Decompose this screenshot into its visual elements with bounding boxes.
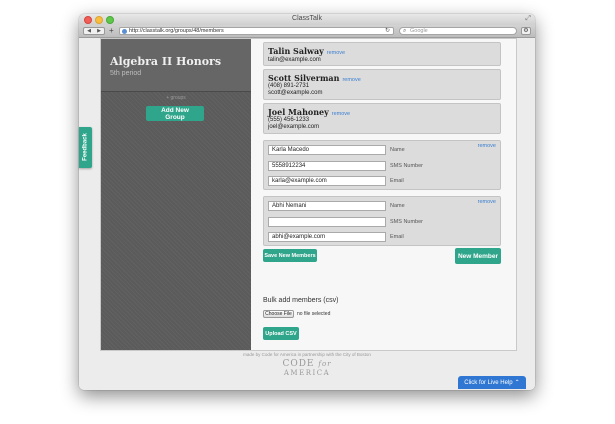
member-name: Talin Salway: [268, 46, 324, 56]
search-field[interactable]: ⌕ Google: [399, 27, 517, 35]
sms-number-label: SMS Number: [390, 219, 424, 225]
member-card: Joel Mahoney remove (555) 456-1233 joel@e…: [263, 103, 501, 134]
member-name-line: Scott Silverman remove: [268, 73, 361, 83]
member-phone: (555) 456-1233: [268, 117, 310, 123]
forward-arrow-icon[interactable]: ▶: [97, 28, 101, 34]
search-icon: ⌕: [403, 28, 407, 34]
upload-csv-button[interactable]: Upload CSV: [263, 327, 299, 340]
settings-gear-icon[interactable]: ⚙: [521, 27, 531, 35]
member-email: joel@example.com: [268, 124, 320, 130]
back-forward-buttons[interactable]: ◀ ▶: [83, 27, 105, 35]
name-input[interactable]: Karla Macedo: [268, 145, 386, 155]
bulk-add-label: Bulk add members (csv): [263, 297, 339, 304]
remove-member-link[interactable]: remove: [332, 111, 350, 117]
sms-number-input[interactable]: 5558912234: [268, 161, 386, 171]
remove-new-member-link[interactable]: remove: [478, 199, 496, 205]
group-header[interactable]: Algebra II Honors 5th period: [101, 39, 251, 92]
member-email: scott@example.com: [268, 90, 323, 96]
member-name: Joel Mahoney: [268, 107, 329, 117]
logo-code: CODE: [282, 359, 315, 369]
email-input[interactable]: karla@example.com: [268, 176, 386, 186]
email-input[interactable]: abhi@example.com: [268, 232, 386, 242]
group-sidebar: Algebra II Honors 5th period + groups Ad…: [101, 39, 251, 350]
add-bookmark-icon[interactable]: +: [109, 26, 114, 35]
browser-toolbar: ◀ ▶ + http://classtalk.org/groups/48/mem…: [79, 25, 535, 38]
sms-number-input[interactable]: [268, 217, 386, 227]
back-arrow-icon[interactable]: ◀: [87, 28, 91, 34]
groups-caption: + groups: [166, 95, 186, 101]
logo-for: for: [318, 360, 332, 368]
group-subtitle: 5th period: [110, 70, 142, 77]
member-phone: (408) 891-2731: [268, 83, 310, 89]
window-title: ClassTalk: [292, 15, 322, 22]
page-content: Algebra II Honors 5th period + groups Ad…: [79, 38, 535, 390]
search-placeholder[interactable]: Google: [410, 28, 428, 34]
members-panel: Talin Salway remove talin@example.com Sco…: [251, 39, 516, 350]
new-member-form: remove Karla Macedo Name 5558912234 SMS …: [263, 140, 501, 190]
globe-icon: [122, 29, 127, 34]
live-help-button[interactable]: Click for Live Help ⌃: [458, 376, 526, 389]
add-new-group-button[interactable]: Add New Group: [146, 106, 204, 121]
member-name-line: Talin Salway remove: [268, 46, 345, 56]
new-member-form: remove Abhi Nemani Name SMS Number abhi@…: [263, 196, 501, 246]
sms-number-label: SMS Number: [390, 163, 424, 169]
browser-window: ClassTalk ⤢ ◀ ▶ + http://classtalk.org/g…: [79, 14, 535, 390]
remove-member-link[interactable]: remove: [327, 50, 345, 56]
footer-credit: made by Code for America in partnership …: [243, 352, 371, 357]
member-name: Scott Silverman: [268, 73, 340, 83]
fullscreen-icon[interactable]: ⤢: [525, 15, 531, 23]
app-panel: Algebra II Honors 5th period + groups Ad…: [100, 38, 517, 351]
feedback-tab[interactable]: Feedback: [79, 127, 92, 168]
member-email: talin@example.com: [268, 57, 321, 63]
feedback-label: Feedback: [82, 133, 89, 161]
address-bar[interactable]: http://classtalk.org/groups/48/members ↻: [119, 27, 394, 35]
title-bar: ClassTalk ⤢: [79, 14, 535, 25]
name-label: Name: [390, 147, 405, 153]
live-help-label: Click for Live Help: [464, 379, 513, 386]
file-status-text: no file selected: [297, 311, 331, 317]
reload-icon[interactable]: ↻: [385, 28, 390, 35]
remove-member-link[interactable]: remove: [342, 77, 360, 83]
name-label: Name: [390, 203, 405, 209]
member-card: Scott Silverman remove (408) 891-2731 sco…: [263, 69, 501, 100]
chevron-up-icon: ⌃: [514, 380, 520, 386]
group-title: Algebra II Honors: [110, 55, 222, 68]
choose-file-button[interactable]: Choose File: [263, 310, 294, 318]
member-card: Talin Salway remove talin@example.com: [263, 42, 501, 66]
email-label: Email: [390, 234, 404, 240]
member-name-line: Joel Mahoney remove: [268, 107, 350, 117]
new-member-button[interactable]: New Member: [455, 248, 501, 264]
url-text[interactable]: http://classtalk.org/groups/48/members: [129, 28, 224, 34]
email-label: Email: [390, 178, 404, 184]
name-input[interactable]: Abhi Nemani: [268, 201, 386, 211]
remove-new-member-link[interactable]: remove: [478, 143, 496, 149]
save-new-members-button[interactable]: Save New Members: [263, 249, 317, 262]
